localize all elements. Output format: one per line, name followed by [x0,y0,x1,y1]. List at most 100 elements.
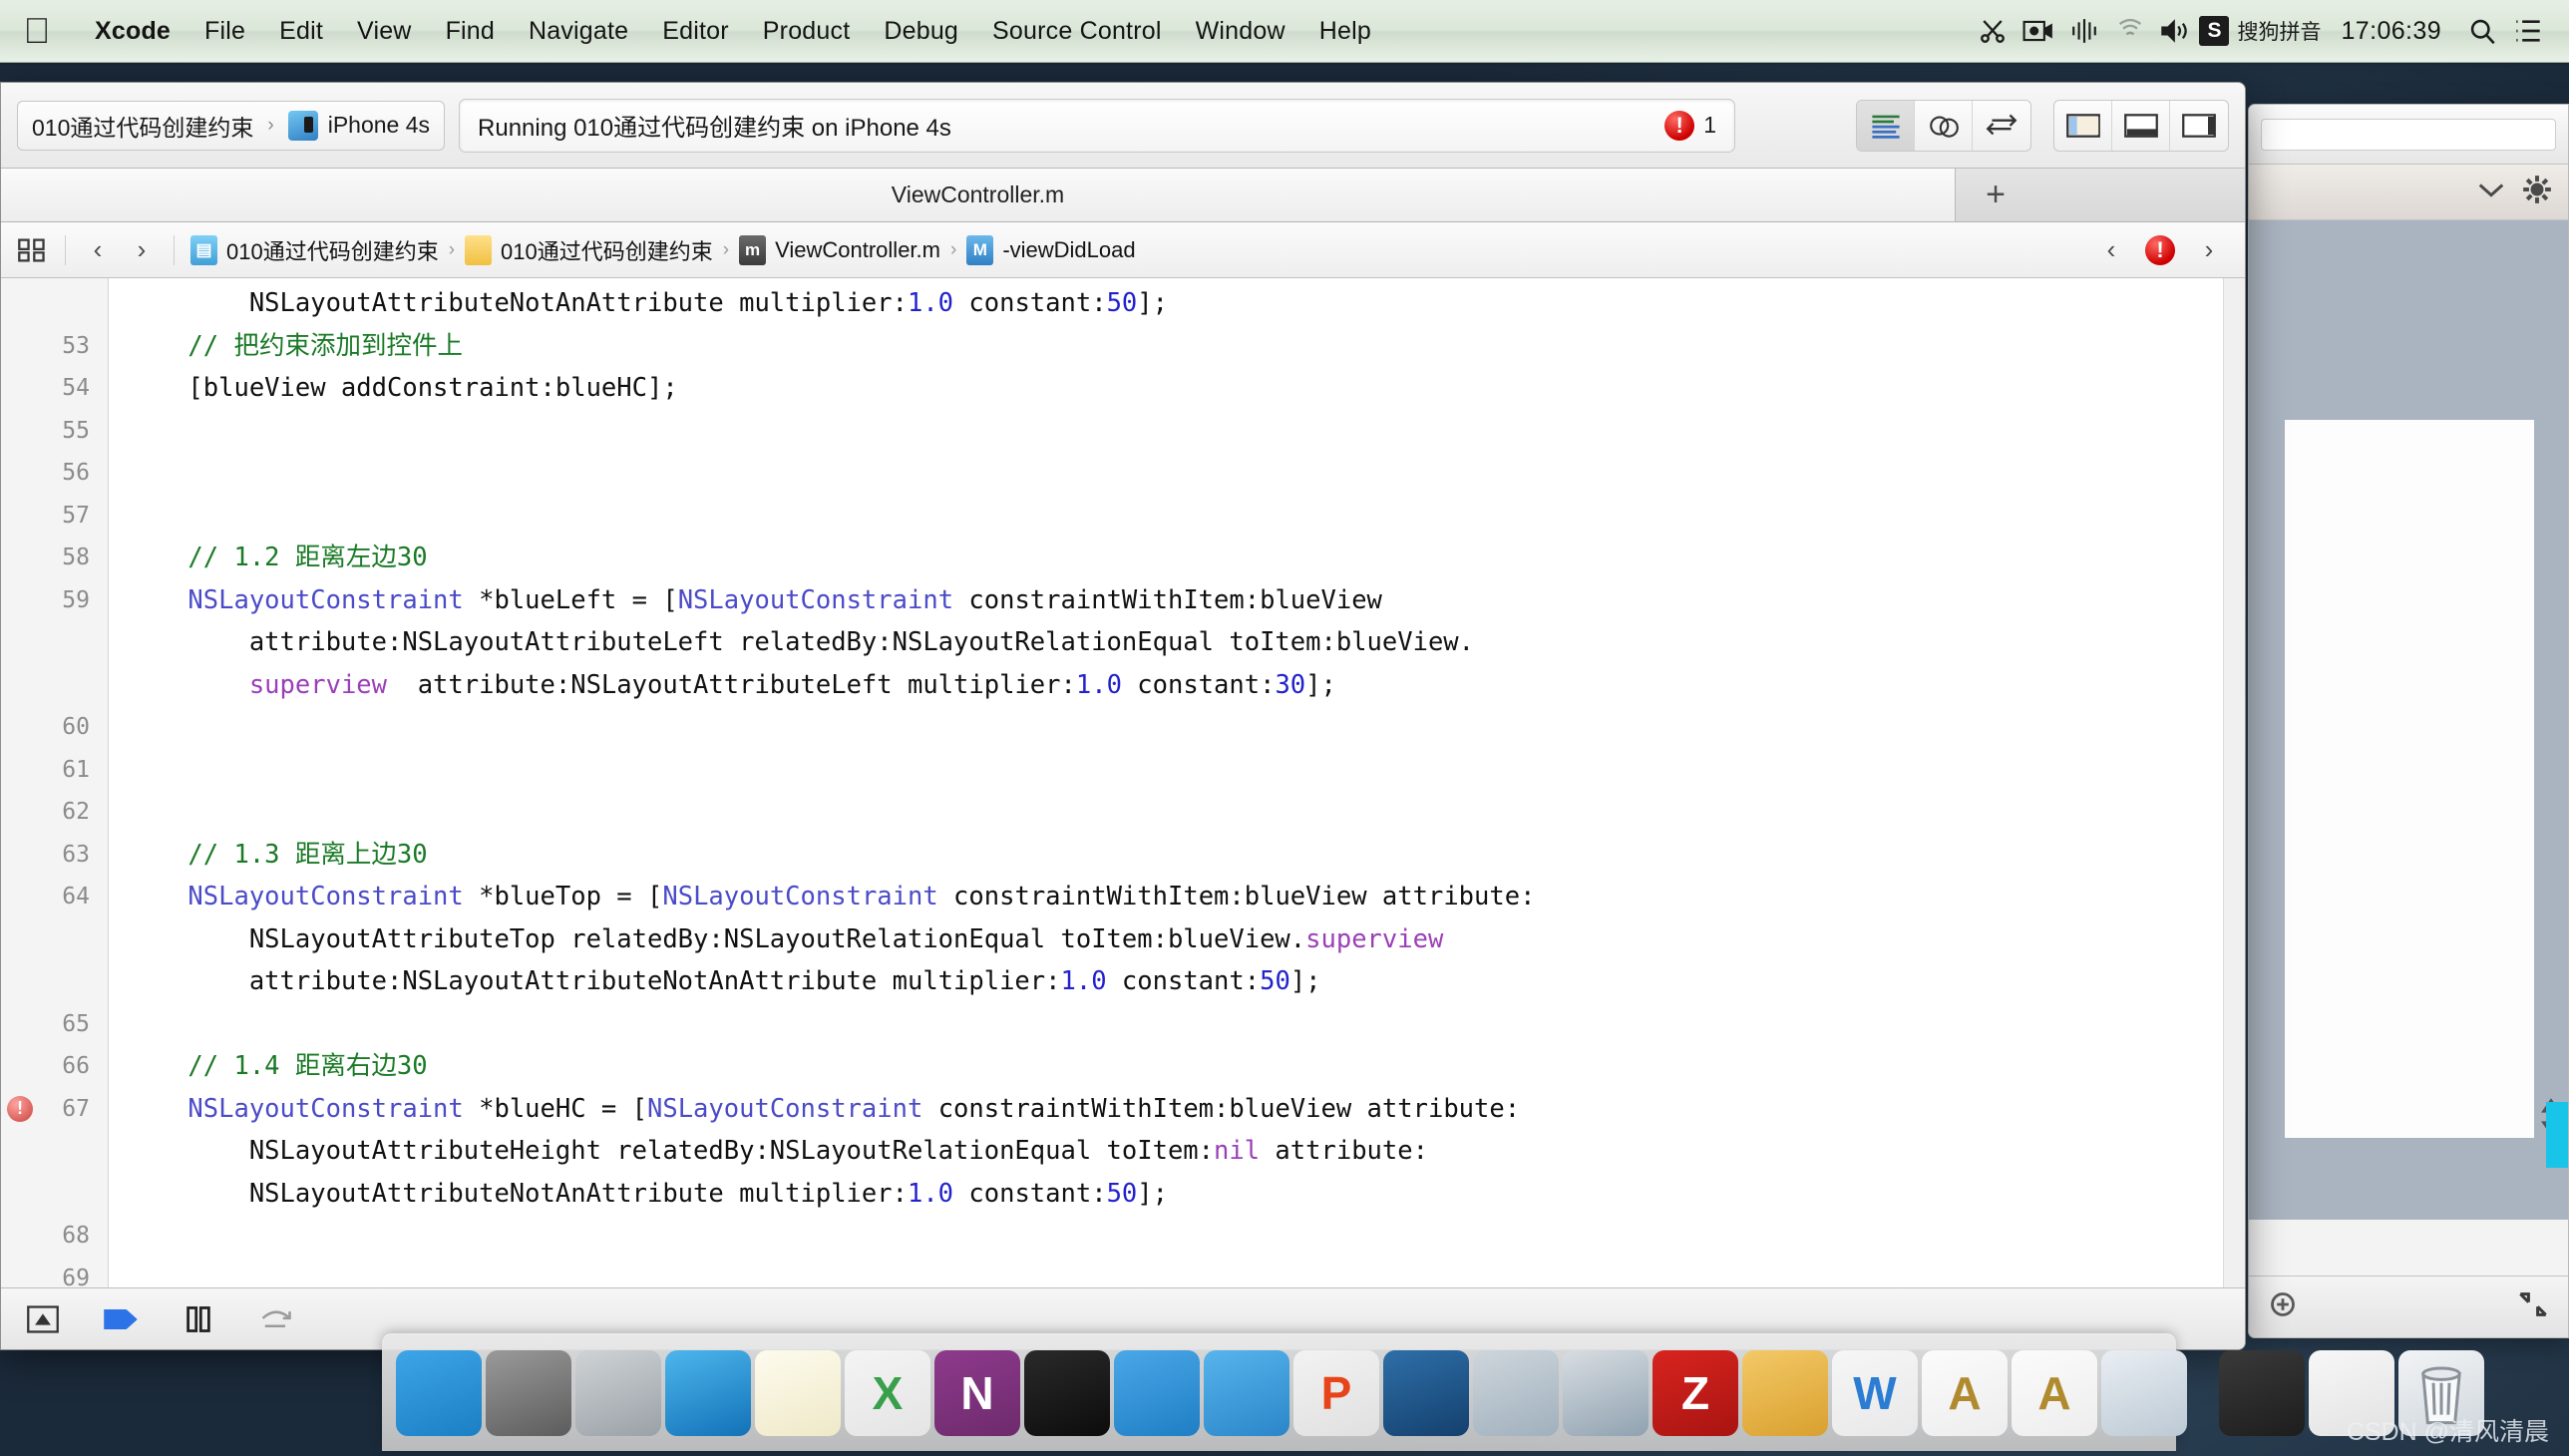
navigate-back-button[interactable]: ‹ [78,234,118,265]
code-line[interactable]: NSLayoutAttributeHeight relatedBy:NSLayo… [127,1130,2245,1173]
dock-icon-xcode[interactable] [1114,1349,1200,1436]
debug-area-toggle-icon[interactable] [2112,100,2170,151]
line-number-56[interactable]: 56 [1,452,108,495]
dock-icon-stickies[interactable] [755,1349,841,1436]
notification-center-icon[interactable] [2505,11,2551,51]
add-tab-button[interactable]: + [1956,169,2035,221]
continue-execution-icon[interactable] [99,1299,143,1339]
ime-badge[interactable]: S [2199,16,2230,46]
code-line[interactable] [127,1258,2245,1288]
code-line[interactable]: attribute:NSLayoutAttributeLeft relatedB… [127,621,2245,664]
airplay-icon[interactable] [2107,11,2153,51]
code-line[interactable] [127,1003,2245,1046]
dock-icon-font-book-a[interactable]: A [1922,1349,2008,1436]
menu-item-product[interactable]: Product [746,17,868,46]
line-number-60[interactable]: 60 [1,706,108,749]
code-line[interactable]: NSLayoutConstraint *blueHC = [NSLayoutCo… [127,1088,2245,1131]
line-number-wrap[interactable] [1,960,108,1003]
menu-item-view[interactable]: View [340,17,429,46]
breadcrumb-item-0[interactable]: ▤ 010通过代码创建约束 [186,234,443,266]
code-line[interactable]: attribute:NSLayoutAttributeNotAnAttribut… [127,960,2245,1003]
dock-icon-snip-tool[interactable] [1383,1349,1469,1436]
line-number-55[interactable]: 55 [1,410,108,453]
line-number-61[interactable]: 61 [1,749,108,792]
line-number-68[interactable]: 68 [1,1215,108,1258]
scissors-icon[interactable] [1970,11,2016,51]
dock-icon-globe-app[interactable] [1563,1349,1649,1436]
line-number-58[interactable]: 58 [1,537,108,579]
issue-prev-button[interactable]: ‹ [2091,234,2131,265]
screen-record-icon[interactable] [2016,11,2061,51]
line-number-wrap[interactable] [1,918,108,961]
line-number-wrap[interactable] [1,664,108,707]
breadcrumb-item-3[interactable]: M -viewDidLoad [962,234,1139,265]
line-number-59[interactable]: 59 [1,579,108,622]
line-number-67[interactable]: ! 67 [1,1088,108,1131]
utilities-toggle-icon[interactable] [2170,101,2228,151]
dock[interactable]: XNPZWAA [382,1333,2484,1451]
apple-menu-icon[interactable]:  [22,13,52,49]
code-line[interactable]: // 把约束添加到控件上 [127,325,2245,368]
ime-label[interactable]: 搜狗拼音 [2237,16,2321,46]
dock-icon-mail-app[interactable] [1742,1349,1828,1436]
issue-badge[interactable]: ! 1 [1664,110,1716,141]
line-number-wrap[interactable] [1,1130,108,1173]
line-number-54[interactable]: 54 [1,367,108,410]
dock-icon-preview[interactable] [2101,1349,2187,1436]
code-line[interactable]: superview attribute:NSLayoutAttributeLef… [127,664,2245,707]
code-line[interactable]: NSLayoutAttributeNotAnAttribute multipli… [127,282,2245,325]
add-item-icon[interactable] [2269,1290,2297,1323]
code-line[interactable]: NSLayoutConstraint *blueTop = [NSLayoutC… [127,876,2245,918]
background-window[interactable] [2248,104,2569,1338]
step-over-icon[interactable] [254,1299,298,1339]
dock-icon-microsoft-onenote[interactable]: N [934,1349,1020,1436]
source-editor[interactable]: 5354555657585960616263646566!6768697071 … [1,278,2245,1287]
xcode-window[interactable]: 010通过代码创建约束 › iPhone 4s Running 010通过代码创… [0,82,2246,1350]
dock-icon-pocket-app[interactable]: P [1293,1349,1379,1436]
menu-item-editor[interactable]: Editor [645,17,746,46]
related-items-icon[interactable] [11,237,53,263]
dock-icon-movie-app[interactable] [1473,1349,1559,1436]
code-line[interactable]: [blueView addConstraint:blueHC]; [127,367,2245,410]
hide-debug-area-icon[interactable] [21,1299,65,1339]
line-number-57[interactable]: 57 [1,495,108,538]
code-text-area[interactable]: NSLayoutAttributeNotAnAttribute multipli… [109,278,2245,1287]
issue-next-button[interactable]: › [2189,234,2229,265]
dock-icon-ios-simulator[interactable] [1204,1349,1289,1436]
line-number-wrap[interactable] [1,1173,108,1216]
line-number-wrap[interactable] [1,621,108,664]
navigate-forward-button[interactable]: › [122,234,162,265]
gear-icon[interactable] [2522,175,2552,209]
issue-error-icon[interactable]: ! [2145,234,2175,265]
line-number-62[interactable]: 62 [1,791,108,834]
scheme-selector[interactable]: 010通过代码创建约束 › iPhone 4s [17,100,446,151]
code-line[interactable]: // 1.3 距离上边30 [127,834,2245,877]
code-line[interactable] [127,452,2245,495]
menu-item-window[interactable]: Window [1179,17,1302,46]
code-line[interactable]: NSLayoutAttributeTop relatedBy:NSLayoutR… [127,918,2245,961]
tab-viewcontroller-m[interactable]: ViewController.m [1,169,1956,221]
menu-item-file[interactable]: File [187,17,262,46]
pause-icon[interactable] [177,1299,220,1339]
version-editor-icon[interactable] [1973,101,2030,151]
code-line[interactable]: NSLayoutConstraint *blueLeft = [NSLayout… [127,579,2245,622]
breadcrumb-item-1[interactable]: 010通过代码创建约束 [461,234,717,266]
activity-view[interactable]: Running 010通过代码创建约束 on iPhone 4s ! 1 [459,98,1736,153]
line-number-64[interactable]: 64 [1,876,108,918]
dock-icon-finder[interactable] [396,1349,482,1436]
dock-icon-launchpad[interactable] [575,1349,661,1436]
chevron-down-icon[interactable] [2476,181,2506,203]
dock-icon-font-book-b[interactable]: A [2012,1349,2097,1436]
editor-vertical-scrollbar[interactable] [2223,278,2245,1287]
dock-icon-safari[interactable] [665,1349,751,1436]
audio-waveform-icon[interactable] [2061,11,2107,51]
dock-icon-microsoft-excel[interactable]: X [845,1349,930,1436]
code-line[interactable] [127,706,2245,749]
dock-icon-terminal[interactable] [1024,1349,1110,1436]
menu-item-source-control[interactable]: Source Control [975,17,1179,46]
line-number-wrap[interactable] [1,282,108,325]
line-number-69[interactable]: 69 [1,1258,108,1288]
line-number-53[interactable]: 53 [1,325,108,368]
code-line[interactable] [127,749,2245,792]
standard-editor-icon[interactable] [1857,100,1915,151]
